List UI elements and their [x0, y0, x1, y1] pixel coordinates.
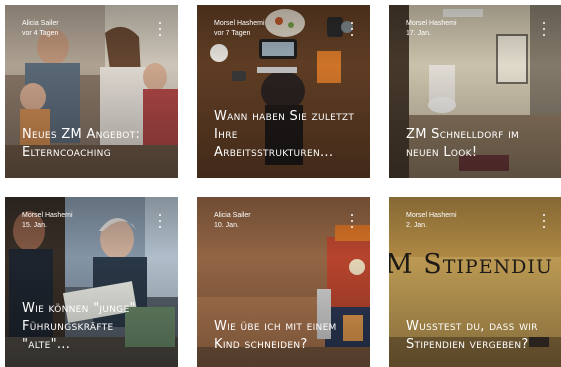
post-author[interactable]: Morsel Hashemi: [22, 211, 73, 221]
blog-post-card[interactable]: Alicia Sailer 10. Jan. Wie übe ich mit e…: [197, 197, 370, 367]
post-date: 2. Jan.: [406, 222, 428, 229]
post-meta: Alicia Sailer 10. Jan.: [214, 211, 251, 231]
post-meta: Morsel Hashemi 2. Jan.: [406, 211, 457, 231]
post-author[interactable]: Alicia Sailer: [22, 19, 59, 29]
post-title[interactable]: Wie können "junge" Führungskräfte "alte"…: [22, 300, 166, 354]
post-title[interactable]: ZM Schnelldorf im neuen Look!: [406, 126, 550, 162]
more-options-icon[interactable]: [348, 22, 356, 36]
post-date: 15. Jan.: [22, 222, 47, 229]
post-title[interactable]: Wie übe ich mit einem Kind schneiden?: [214, 318, 358, 354]
blog-post-card[interactable]: Morsel Hashemi vor 7 Tagen Wann haben Si…: [197, 5, 370, 178]
post-title[interactable]: Wusstest du, dass wir Stipendien vergebe…: [406, 318, 550, 354]
post-author[interactable]: Morsel Hashemi: [406, 211, 457, 221]
blog-post-card[interactable]: Morsel Hashemi 15. Jan. Wie können "jung…: [5, 197, 178, 367]
post-meta: Morsel Hashemi vor 7 Tagen: [214, 19, 265, 39]
post-meta: Alicia Sailer vor 4 Tagen: [22, 19, 59, 39]
post-date: 17. Jan.: [406, 30, 431, 37]
post-date: vor 4 Tagen: [22, 30, 59, 37]
blog-post-card[interactable]: M Stipendiu Morsel Hashemi 2. Jan. Wusst…: [389, 197, 561, 367]
more-options-icon[interactable]: [156, 214, 164, 228]
post-date: vor 7 Tagen: [214, 30, 251, 37]
post-author[interactable]: Morsel Hashemi: [406, 19, 457, 29]
post-date: 10. Jan.: [214, 222, 239, 229]
image-text: M Stipendiu: [389, 249, 553, 280]
blog-post-card[interactable]: Morsel Hashemi 17. Jan. ZM Schnelldorf i…: [389, 5, 561, 178]
post-meta: Morsel Hashemi 15. Jan.: [22, 211, 73, 231]
post-author[interactable]: Morsel Hashemi: [214, 19, 265, 29]
post-meta: Morsel Hashemi 17. Jan.: [406, 19, 457, 39]
post-title[interactable]: Neues ZM Angebot: Elterncoaching: [22, 126, 166, 162]
more-options-icon[interactable]: [540, 22, 548, 36]
blog-post-card[interactable]: Alicia Sailer vor 4 Tagen Neues ZM Angeb…: [5, 5, 178, 178]
more-options-icon[interactable]: [156, 22, 164, 36]
blog-post-grid: Alicia Sailer vor 4 Tagen Neues ZM Angeb…: [0, 0, 561, 367]
more-options-icon[interactable]: [540, 214, 548, 228]
post-author[interactable]: Alicia Sailer: [214, 211, 251, 221]
more-options-icon[interactable]: [348, 214, 356, 228]
post-title[interactable]: Wann haben Sie zuletzt Ihre Arbeitsstruk…: [214, 108, 358, 162]
